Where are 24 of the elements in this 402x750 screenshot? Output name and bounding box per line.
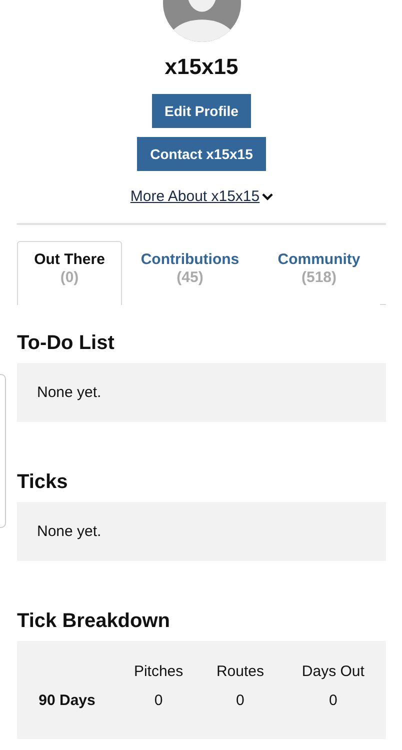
tab[interactable]: Out There (0) bbox=[17, 241, 122, 305]
section-title: Tick Breakdown bbox=[17, 609, 172, 633]
more-about-link[interactable]: More About x15x15 bbox=[130, 188, 273, 205]
chevron-down-icon bbox=[262, 192, 273, 200]
section-title: To-Do List bbox=[17, 331, 116, 355]
tab-count: (518) bbox=[301, 269, 337, 286]
column-header: Days Out bbox=[300, 662, 366, 682]
tab-label: Out There bbox=[34, 251, 105, 268]
empty-text: None yet. bbox=[37, 384, 102, 401]
tab-label: Community bbox=[278, 251, 360, 268]
empty-text: None yet. bbox=[37, 523, 102, 540]
table-cell-text: 0 bbox=[235, 691, 246, 711]
table-cell-text: 0 bbox=[153, 691, 164, 711]
profile-button[interactable]: Edit Profile bbox=[152, 94, 252, 128]
tab-count: (45) bbox=[176, 269, 204, 286]
tab-count: (0) bbox=[60, 269, 79, 286]
tab-label: Contributions bbox=[140, 251, 240, 268]
section-title: Ticks bbox=[17, 470, 69, 494]
table-cell-text: 0 bbox=[328, 691, 338, 711]
username: x15x15 bbox=[164, 53, 238, 81]
column-header: Routes bbox=[215, 662, 265, 682]
column-header: Pitches bbox=[132, 662, 184, 682]
row-label: 90 Days bbox=[38, 691, 96, 711]
profile-button[interactable]: Contact x15x15 bbox=[137, 137, 266, 171]
